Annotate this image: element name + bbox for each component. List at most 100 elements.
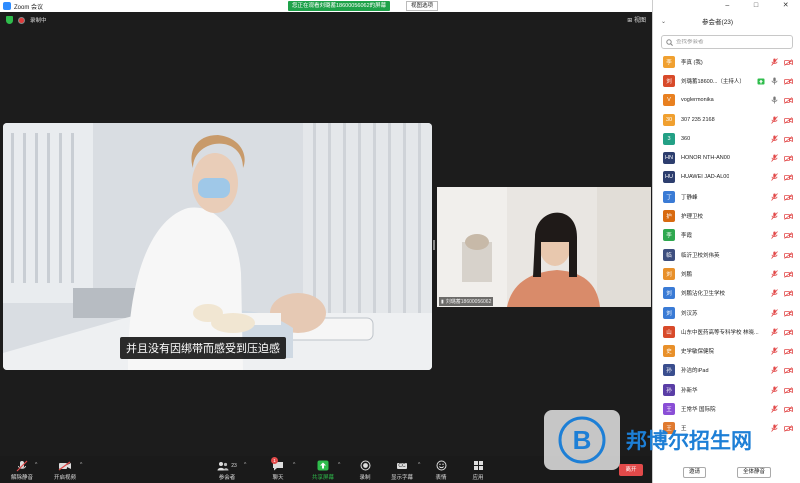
participant-row[interactable]: Vvoglermonika <box>653 91 800 110</box>
video-off-icon[interactable] <box>784 304 793 322</box>
unmute-button[interactable]: 解除静音 <box>5 459 39 481</box>
collapse-panel-icon[interactable]: ⌄ <box>661 18 666 25</box>
mic-off-icon[interactable] <box>771 381 778 399</box>
video-off-icon[interactable] <box>784 226 793 244</box>
maximize-icon[interactable]: □ <box>754 0 758 12</box>
watermark-graphic: B 邦博尔招生网 <box>544 410 752 470</box>
participants-caret-icon[interactable]: ^ <box>244 462 246 468</box>
participant-row[interactable]: 临临沂卫校刘伟英 <box>653 245 800 264</box>
record-button[interactable]: 录制 <box>348 459 382 481</box>
start-video-button[interactable]: 开启视频 <box>48 459 82 481</box>
participants-icon <box>217 461 229 470</box>
participant-row[interactable]: 护护理卫校 <box>653 206 800 225</box>
participant-search[interactable] <box>661 35 793 49</box>
participant-status-icons <box>771 323 793 341</box>
video-off-icon[interactable] <box>784 381 793 399</box>
video-off-icon[interactable] <box>784 284 793 302</box>
mic-off-icon[interactable] <box>771 168 778 186</box>
video-off-icon[interactable] <box>784 246 793 264</box>
minimize-icon[interactable]: – <box>725 0 729 12</box>
mic-off-icon[interactable] <box>771 207 778 225</box>
video-off-icon[interactable] <box>784 130 793 148</box>
unmute-label: 解除静音 <box>10 475 33 481</box>
mic-off-icon[interactable] <box>771 149 778 167</box>
view-options-button[interactable]: 视图选项 <box>406 1 439 11</box>
video-off-icon[interactable] <box>784 323 793 341</box>
security-shield-icon[interactable] <box>6 16 13 24</box>
host-video-thumbnail[interactable]: ▮ 刘璐蓄18600056062 <box>437 187 651 307</box>
video-off-icon[interactable] <box>784 188 793 206</box>
participant-row[interactable]: 刘刘汉苏 <box>653 303 800 322</box>
video-off-icon[interactable] <box>784 207 793 225</box>
participant-row[interactable]: 3 360 <box>653 129 800 148</box>
participant-row[interactable]: HU HUAWEI JAD-AL00 <box>653 168 800 187</box>
apps-button[interactable]: 应用 <box>461 459 495 481</box>
participant-avatar: 李 <box>663 229 675 242</box>
mic-off-icon[interactable] <box>771 342 778 360</box>
mic-off-icon[interactable] <box>771 130 778 148</box>
participant-row[interactable]: HN HONOR NTH-AN00 <box>653 148 800 167</box>
mic-off-icon[interactable] <box>771 284 778 302</box>
mic-icon[interactable] <box>771 72 778 90</box>
participant-row[interactable]: 刘刘鹏沾化卫生学校 <box>653 284 800 303</box>
participant-row[interactable]: 孙孙新华 <box>653 380 800 399</box>
mic-off-icon[interactable] <box>771 323 778 341</box>
share-screen-button[interactable]: 共享屏幕 <box>306 459 340 481</box>
participant-row[interactable]: 30 307 235 2168 <box>653 110 800 129</box>
video-off-icon[interactable] <box>784 53 793 71</box>
video-off-icon[interactable] <box>784 149 793 167</box>
mic-off-icon[interactable] <box>771 246 778 264</box>
participant-avatar: 孙 <box>663 364 675 377</box>
participant-row[interactable]: 李李真 (我) <box>653 52 800 71</box>
video-off-icon[interactable] <box>784 361 793 379</box>
participant-avatar: 刘 <box>663 267 675 280</box>
participant-avatar: V <box>663 94 675 107</box>
split-resize-handle[interactable] <box>433 240 435 250</box>
chat-label: 聊天 <box>272 475 284 481</box>
mic-icon[interactable] <box>771 91 778 109</box>
close-icon[interactable]: ✕ <box>783 0 789 12</box>
video-options-caret-icon[interactable]: ^ <box>80 462 82 468</box>
participant-status-icons <box>771 130 793 148</box>
video-off-icon[interactable] <box>784 72 793 90</box>
participant-row[interactable]: 史史学敏保健院 <box>653 341 800 360</box>
share-caret-icon[interactable]: ^ <box>338 462 340 468</box>
host-video-frame <box>437 187 651 307</box>
screen-share-banner[interactable]: 您正在观看刘璐蓄18600056062的屏幕 <box>288 1 391 11</box>
captions-button[interactable]: CC 显示字幕 <box>385 459 419 481</box>
participant-avatar: 3 <box>663 132 675 145</box>
participant-row[interactable]: 刘刘璐蓄18600...（主持人） <box>653 71 800 90</box>
participant-status-icons <box>771 246 793 264</box>
participants-button[interactable]: 23 参会者 <box>210 459 244 481</box>
video-off-icon[interactable] <box>784 91 793 109</box>
mic-off-icon[interactable] <box>771 226 778 244</box>
video-off-icon[interactable] <box>784 168 793 186</box>
participants-label: 参会者 <box>218 475 236 481</box>
share-icon[interactable] <box>757 72 765 90</box>
mic-off-icon[interactable] <box>771 304 778 322</box>
video-off-icon[interactable] <box>784 111 793 129</box>
chat-button[interactable]: 1 聊天 <box>261 457 295 481</box>
participant-row[interactable]: 山山东中医药高等专科学校 林晓... <box>653 322 800 341</box>
mic-off-icon[interactable] <box>771 265 778 283</box>
participant-row[interactable]: 丁丁静峰 <box>653 187 800 206</box>
chat-caret-icon[interactable]: ^ <box>293 462 295 468</box>
zoom-window: Zoom 会议 您正在观看刘璐蓄18600056062的屏幕 视图选项 录制中 … <box>0 0 800 483</box>
reactions-button[interactable]: 表情 <box>424 459 458 481</box>
captions-caret-icon[interactable]: ^ <box>418 462 420 468</box>
video-off-icon[interactable] <box>784 342 793 360</box>
participant-row[interactable]: 孙孙洁的iPad <box>653 361 800 380</box>
participant-row[interactable]: 刘刘鹏 <box>653 264 800 283</box>
video-off-icon[interactable] <box>784 265 793 283</box>
participant-row[interactable]: 李李霞 <box>653 226 800 245</box>
audio-options-caret-icon[interactable]: ^ <box>35 462 37 468</box>
participant-search-input[interactable] <box>676 39 786 45</box>
participant-status-icons <box>771 168 793 186</box>
mic-off-icon[interactable] <box>771 111 778 129</box>
smiley-icon <box>436 460 446 471</box>
participant-name: voglermonika <box>681 97 714 104</box>
mic-off-icon[interactable] <box>771 53 778 71</box>
mic-off-icon[interactable] <box>771 361 778 379</box>
mic-off-icon[interactable] <box>771 188 778 206</box>
view-button[interactable]: ⊞ 视图 <box>627 15 646 24</box>
